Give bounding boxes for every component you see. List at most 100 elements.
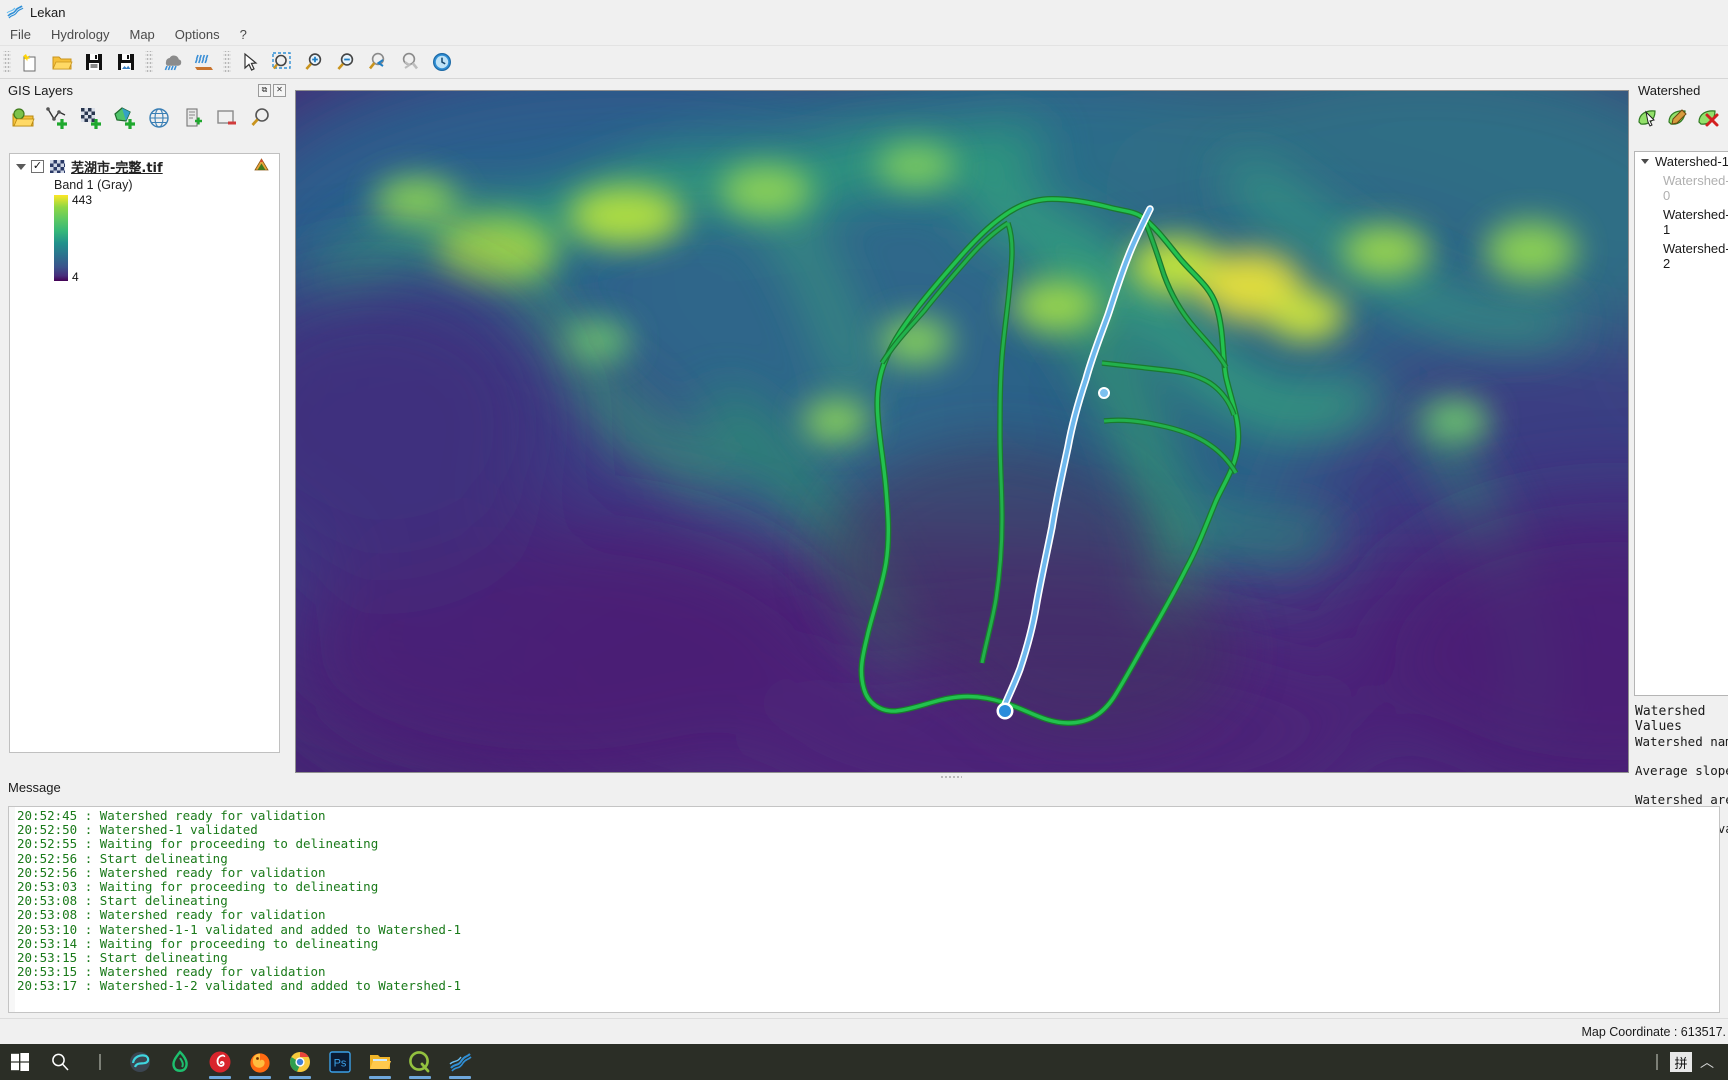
leaf-select-icon xyxy=(1638,110,1656,127)
taskbar-photoshop[interactable]: Ps xyxy=(320,1044,360,1080)
float-icon[interactable]: ⧉ xyxy=(258,83,271,97)
taskbar-lekan[interactable] xyxy=(440,1044,480,1080)
start-button[interactable] xyxy=(0,1044,40,1080)
menu-file[interactable]: File xyxy=(0,25,41,44)
add-polygon-layer-icon xyxy=(114,107,135,129)
ime-indicator[interactable]: 拼 xyxy=(1670,1052,1692,1072)
add-polygon-layer-button[interactable] xyxy=(112,105,138,131)
close-icon[interactable]: ✕ xyxy=(273,83,286,97)
log-line: 20:52:55 : Waiting for proceeding to del… xyxy=(17,836,379,852)
firefox-icon xyxy=(250,1053,270,1073)
menu-map[interactable]: Map xyxy=(119,25,164,44)
windows-logo-icon xyxy=(11,1053,29,1071)
log-line: 20:53:14 : Waiting for proceeding to del… xyxy=(17,935,379,951)
application-window: Lekan File Hydrology Map Options ? GIS L… xyxy=(0,0,1728,1080)
taskbar-qgis[interactable] xyxy=(400,1044,440,1080)
layer-visibility-checkbox[interactable]: ✓ xyxy=(31,160,44,173)
toolbar-grip-3[interactable] xyxy=(223,51,231,73)
set-crs-button[interactable] xyxy=(146,105,172,131)
task-view-button[interactable] xyxy=(80,1044,120,1080)
map-coordinate-status: Map Coordinate : 613517. xyxy=(1581,1024,1726,1039)
infiltration-button[interactable] xyxy=(189,48,219,76)
wave-logo-icon xyxy=(6,5,24,19)
windows-taskbar: Ps 拼 ︿ xyxy=(0,1044,1728,1080)
edit-watershed-button[interactable] xyxy=(1664,104,1692,132)
layer-tree-row[interactable]: ✓ 芜湖市-完整.tif xyxy=(10,154,279,176)
save-button[interactable] xyxy=(79,48,109,76)
chevron-down-icon[interactable] xyxy=(1641,159,1649,164)
tray-chevron-up-icon[interactable]: ︿ xyxy=(1696,1052,1718,1072)
log-line: 20:52:56 : Start delineating xyxy=(17,850,228,866)
select-watershed-button[interactable] xyxy=(1634,104,1662,132)
zoom-rect-button[interactable] xyxy=(267,48,297,76)
clock-icon xyxy=(433,53,451,71)
stream-junction-node[interactable] xyxy=(1098,387,1110,399)
toolbar-grip-2[interactable] xyxy=(145,51,153,73)
zoom-previous-button[interactable] xyxy=(363,48,393,76)
taskbar-chrome[interactable] xyxy=(280,1044,320,1080)
watershed-name-row: Watershed name xyxy=(1635,731,1728,751)
zoom-to-layer-button[interactable] xyxy=(248,105,274,131)
save-as-button[interactable] xyxy=(111,48,141,76)
log-line: 20:53:08 : Start delineating xyxy=(17,893,228,909)
save-as-disk-icon xyxy=(118,54,134,70)
zoom-out-button[interactable] xyxy=(331,48,361,76)
new-project-button[interactable] xyxy=(15,48,45,76)
globe-icon xyxy=(149,108,169,128)
menu-help[interactable]: ? xyxy=(230,25,257,44)
layer-name-label[interactable]: 芜湖市-完整.tif xyxy=(71,157,163,176)
watershed-tree-root[interactable]: Watershed-1 xyxy=(1635,152,1728,171)
time-settings-button[interactable] xyxy=(427,48,457,76)
taskbar-file-explorer[interactable] xyxy=(360,1044,400,1080)
save-disk-icon xyxy=(86,54,102,70)
ramp-min-label: 4 xyxy=(72,270,79,284)
outlet-point-marker[interactable] xyxy=(999,705,1011,717)
watershed-tree-child-label: Watershed-1-2 xyxy=(1663,241,1728,271)
chevron-down-icon[interactable] xyxy=(16,163,26,170)
watershed-tree-child-1[interactable]: Watershed-1-1 xyxy=(1635,205,1728,239)
add-raster-layer-button[interactable] xyxy=(10,105,36,131)
new-document-icon xyxy=(23,54,36,72)
taskbar-app-green[interactable] xyxy=(160,1044,200,1080)
map-canvas[interactable] xyxy=(295,90,1629,773)
zoom-in-button[interactable] xyxy=(299,48,329,76)
toolbar-grip[interactable] xyxy=(3,51,11,73)
select-tool-button[interactable] xyxy=(235,48,265,76)
cursor-arrow-icon xyxy=(244,52,258,71)
watershed-name-label: Watershed name xyxy=(1635,733,1728,749)
watershed-area-label: Watershed area xyxy=(1635,791,1728,807)
layer-properties-button[interactable] xyxy=(180,105,206,131)
status-bar: Map Coordinate : 613517. xyxy=(0,1018,1728,1044)
open-folder-icon xyxy=(52,56,73,70)
menu-hydrology[interactable]: Hydrology xyxy=(41,25,120,44)
gis-layers-title-bar: GIS Layers ⧉ ✕ xyxy=(0,79,292,101)
delete-watershed-button[interactable] xyxy=(1694,104,1722,132)
rainfall-button[interactable] xyxy=(157,48,187,76)
log-line: 20:53:17 : Watershed-1-2 validated and a… xyxy=(17,978,462,994)
watershed-tree-child-2[interactable]: Watershed-1-2 xyxy=(1635,239,1728,273)
folder-icon xyxy=(370,1055,391,1069)
search-button[interactable] xyxy=(40,1044,80,1080)
average-slope-label: Average slope xyxy=(1635,762,1728,778)
watershed-tree[interactable]: Watershed-1 Watershed-1-0 Watershed-1-1 … xyxy=(1634,151,1728,696)
zoom-next-button[interactable] xyxy=(395,48,425,76)
rain-cloud-icon xyxy=(164,55,182,71)
zoom-out-icon xyxy=(337,53,354,70)
layer-tree[interactable]: ✓ 芜湖市-完整.tif Band 1 (Gray) 443 4 xyxy=(9,153,280,753)
watershed-tree-child-label: Watershed-1-1 xyxy=(1663,207,1728,237)
browser-circle-icon xyxy=(130,1052,150,1072)
taskbar-firefox[interactable] xyxy=(240,1044,280,1080)
open-project-button[interactable] xyxy=(47,48,77,76)
add-raster-plus-button[interactable] xyxy=(78,105,104,131)
taskbar-edge[interactable] xyxy=(120,1044,160,1080)
taskbar-netease-music[interactable] xyxy=(200,1044,240,1080)
raster-layer-icon xyxy=(50,160,65,173)
add-line-layer-button[interactable] xyxy=(44,105,70,131)
watershed-tree-child-label: Watershed-1-0 xyxy=(1663,173,1728,203)
menu-options[interactable]: Options xyxy=(165,25,230,44)
search-icon xyxy=(52,1053,69,1071)
watershed-tree-child-0[interactable]: Watershed-1-0 xyxy=(1635,171,1728,205)
message-log[interactable]: 20:52:45 : Watershed ready for validatio… xyxy=(8,806,1720,1013)
remove-layer-button[interactable] xyxy=(214,105,240,131)
map-resize-handle[interactable] xyxy=(940,775,962,780)
